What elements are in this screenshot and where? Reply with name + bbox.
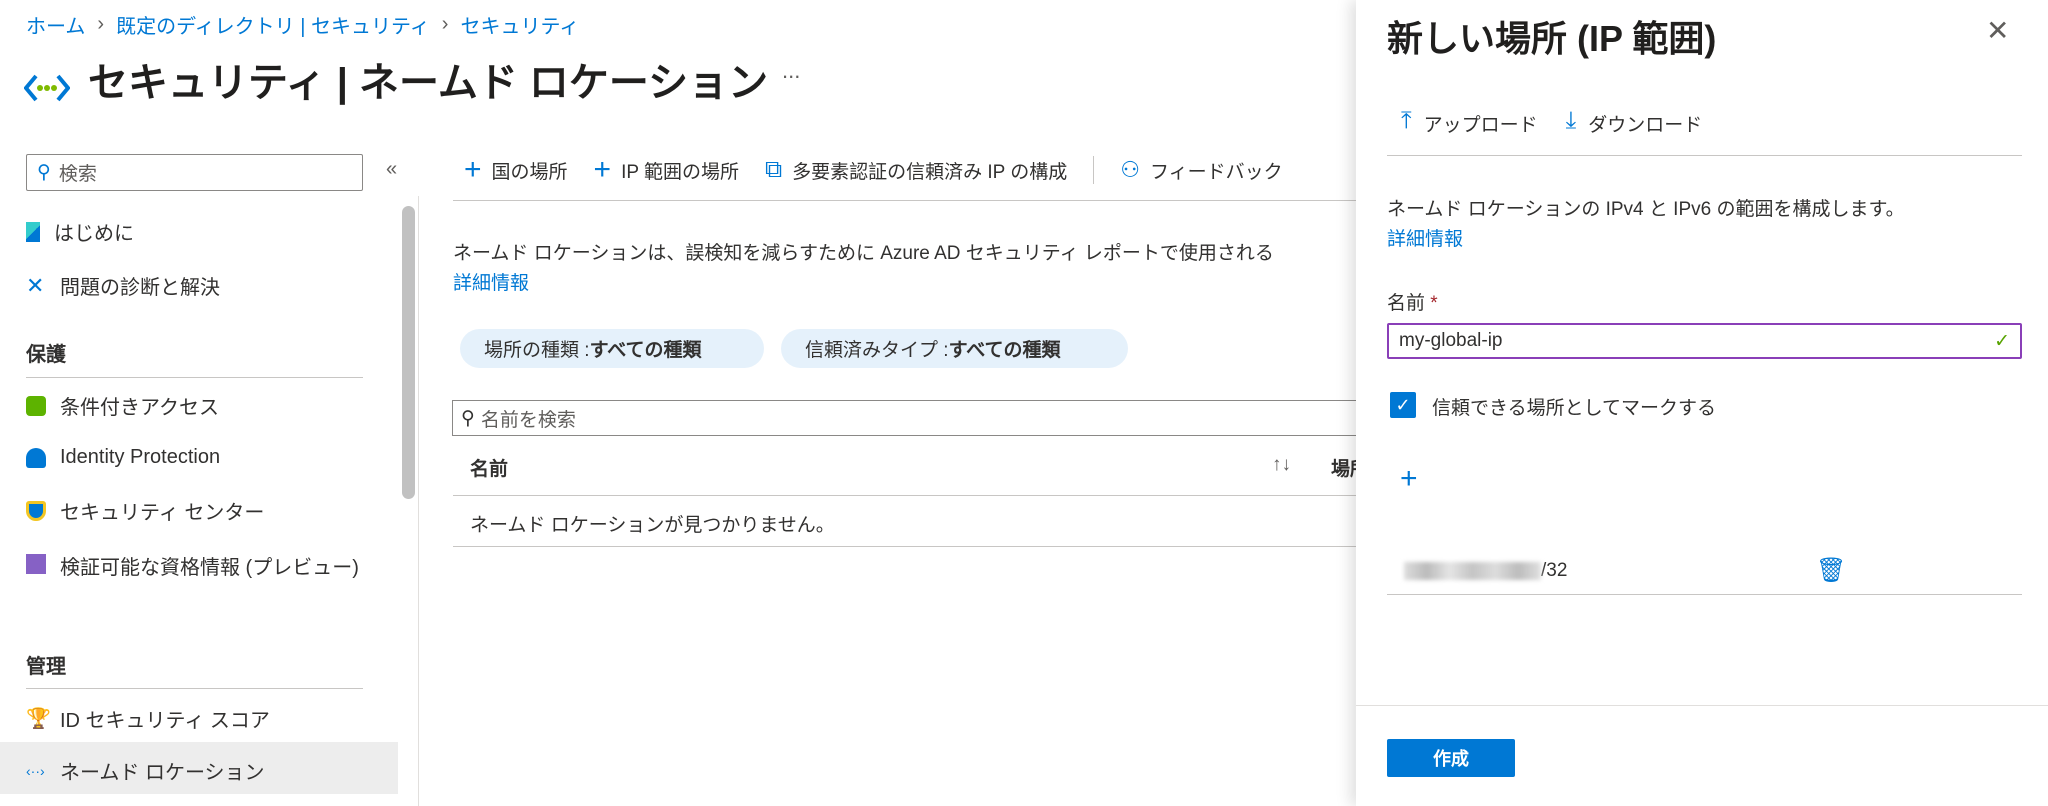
feedback-button[interactable]: ⚇ フィードバック <box>1120 157 1282 184</box>
sidebar-scrollbar[interactable] <box>402 206 415 499</box>
page-title: セキュリティ | ネームド ロケーション <box>88 61 769 105</box>
flag-icon <box>26 221 40 242</box>
panel-learn-more-link[interactable]: 詳細情報 <box>1387 224 1463 251</box>
redacted-ip <box>1404 562 1541 580</box>
shield-icon <box>26 500 46 521</box>
learn-more-link[interactable]: 詳細情報 <box>453 268 529 295</box>
chevron-right-icon: › <box>97 13 105 35</box>
filter-location-type[interactable]: 場所の種類 : すべての種類 <box>460 329 764 368</box>
new-ip-range-location-panel: 新しい場所 (IP 範囲) ✕ ⤒ アップロード ⤓ ダウンロード ネームド ロケー… <box>1356 0 2048 806</box>
column-header-name[interactable]: 名前 <box>470 454 508 481</box>
external-link-icon: ⧉ <box>764 156 783 183</box>
checkmark-icon: ✓ <box>1395 394 1411 415</box>
divider <box>1387 155 2022 156</box>
trophy-icon: 🏆 <box>26 708 51 730</box>
breadcrumb-home[interactable]: ホーム <box>26 10 85 39</box>
add-country-location-button[interactable]: + 国の場所 <box>464 155 568 185</box>
plus-icon: + <box>464 153 482 186</box>
conditional-access-icon <box>26 395 46 416</box>
breadcrumb-security[interactable]: セキュリティ <box>460 10 579 39</box>
add-ip-range-location-button[interactable]: + IP 範囲の場所 <box>594 155 739 185</box>
add-ip-range-button[interactable]: + <box>1400 464 1418 494</box>
divider <box>26 688 363 689</box>
name-search-input[interactable]: ⚲ 名前を検索 <box>452 400 1358 436</box>
feedback-icon: ⚇ <box>1120 157 1141 182</box>
section-manage: 管理 <box>26 656 66 678</box>
wrench-icon: ✕ <box>26 272 45 298</box>
divider <box>453 546 1356 547</box>
sidebar-item-identity-protection[interactable]: Identity Protection <box>26 446 220 469</box>
column-header-location[interactable]: 場所 <box>1331 454 1356 481</box>
name-label: 名前 * <box>1387 293 1438 314</box>
breadcrumb-directory[interactable]: 既定のディレクトリ | セキュリティ <box>116 10 430 39</box>
sidebar-item-diagnose[interactable]: ✕ 問題の診断と解決 <box>26 271 220 300</box>
configure-mfa-trusted-ips-button[interactable]: ⧉ 多要素認証の信頼済み IP の構成 <box>765 156 1067 184</box>
sidebar-item-verifiable-credentials[interactable]: 検証可能な資格情報 (プレビュー) <box>26 551 366 585</box>
trusted-location-label: 信頼できる場所としてマークする <box>1432 398 1717 419</box>
toolbar: + 国の場所 + IP 範囲の場所 ⧉ 多要素認証の信頼済み IP の構成 ⚇ フィード… <box>464 155 1283 185</box>
filter-trusted-type[interactable]: 信頼済みタイプ : すべての種類 <box>781 329 1128 368</box>
divider <box>26 377 363 378</box>
sidebar-item-getting-started[interactable]: はじめに <box>26 217 134 246</box>
divider <box>1387 594 2022 595</box>
panel-title: 新しい場所 (IP 範囲) <box>1387 18 1717 59</box>
named-location-icon <box>24 74 70 102</box>
sidebar-item-conditional-access[interactable]: 条件付きアクセス <box>26 391 219 420</box>
trusted-location-checkbox[interactable]: ✓ <box>1390 392 1416 418</box>
upload-icon: ⤒ <box>1401 107 1412 134</box>
create-button[interactable]: 作成 <box>1387 739 1515 777</box>
panel-description: ネームド ロケーションの IPv4 と IPv6 の範囲を構成します。 <box>1387 199 1905 220</box>
description: ネームド ロケーションは、誤検知を減らすために Azure AD セキュリティ … <box>453 243 1274 264</box>
toolbar-divider <box>453 200 1356 201</box>
empty-message: ネームド ロケーションが見つかりません。 <box>470 515 835 536</box>
chevron-right-icon: › <box>441 13 449 35</box>
breadcrumb: ホーム › 既定のディレクトリ | セキュリティ › セキュリティ <box>26 10 579 39</box>
download-button[interactable]: ⤓ ダウンロード <box>1565 107 1703 137</box>
named-location-icon: ‹··› <box>26 762 45 779</box>
close-icon[interactable]: ✕ <box>1986 14 2009 47</box>
credentials-icon <box>26 554 46 574</box>
check-icon: ✓ <box>1994 330 2010 352</box>
more-options-button[interactable]: ... <box>782 58 800 84</box>
collapse-sidebar-button[interactable]: « <box>386 158 397 181</box>
sidebar-item-security-center[interactable]: セキュリティ センター <box>26 496 264 525</box>
ip-range-row: /32 <box>1404 560 1567 582</box>
user-shield-icon <box>26 447 46 468</box>
panel-toolbar: ⤒ アップロード ⤓ ダウンロード <box>1401 107 1703 137</box>
download-icon: ⤓ <box>1565 107 1577 134</box>
sidebar-item-named-locations[interactable]: ‹··› ネームド ロケーション <box>26 756 265 785</box>
search-icon: ⚲ <box>37 162 51 183</box>
trash-icon[interactable]: 🗑 <box>1816 556 1846 585</box>
sidebar-border <box>418 196 419 806</box>
footer-divider <box>1356 705 2048 706</box>
search-icon: ⚲ <box>461 407 475 429</box>
sort-icon[interactable]: ↑↓ <box>1272 454 1291 476</box>
plus-icon: + <box>593 153 612 186</box>
name-input[interactable]: my-global-ip ✓ <box>1387 323 2022 359</box>
section-protection: 保護 <box>26 344 66 366</box>
required-marker: * <box>1430 293 1438 314</box>
toolbar-divider <box>1093 156 1095 184</box>
upload-button[interactable]: ⤒ アップロード <box>1401 107 1538 137</box>
divider <box>453 495 1356 496</box>
sidebar-item-secure-score[interactable]: 🏆 ID セキュリティ スコア <box>26 704 270 733</box>
sidebar-search-input[interactable]: ⚲ 検索 <box>26 154 363 191</box>
